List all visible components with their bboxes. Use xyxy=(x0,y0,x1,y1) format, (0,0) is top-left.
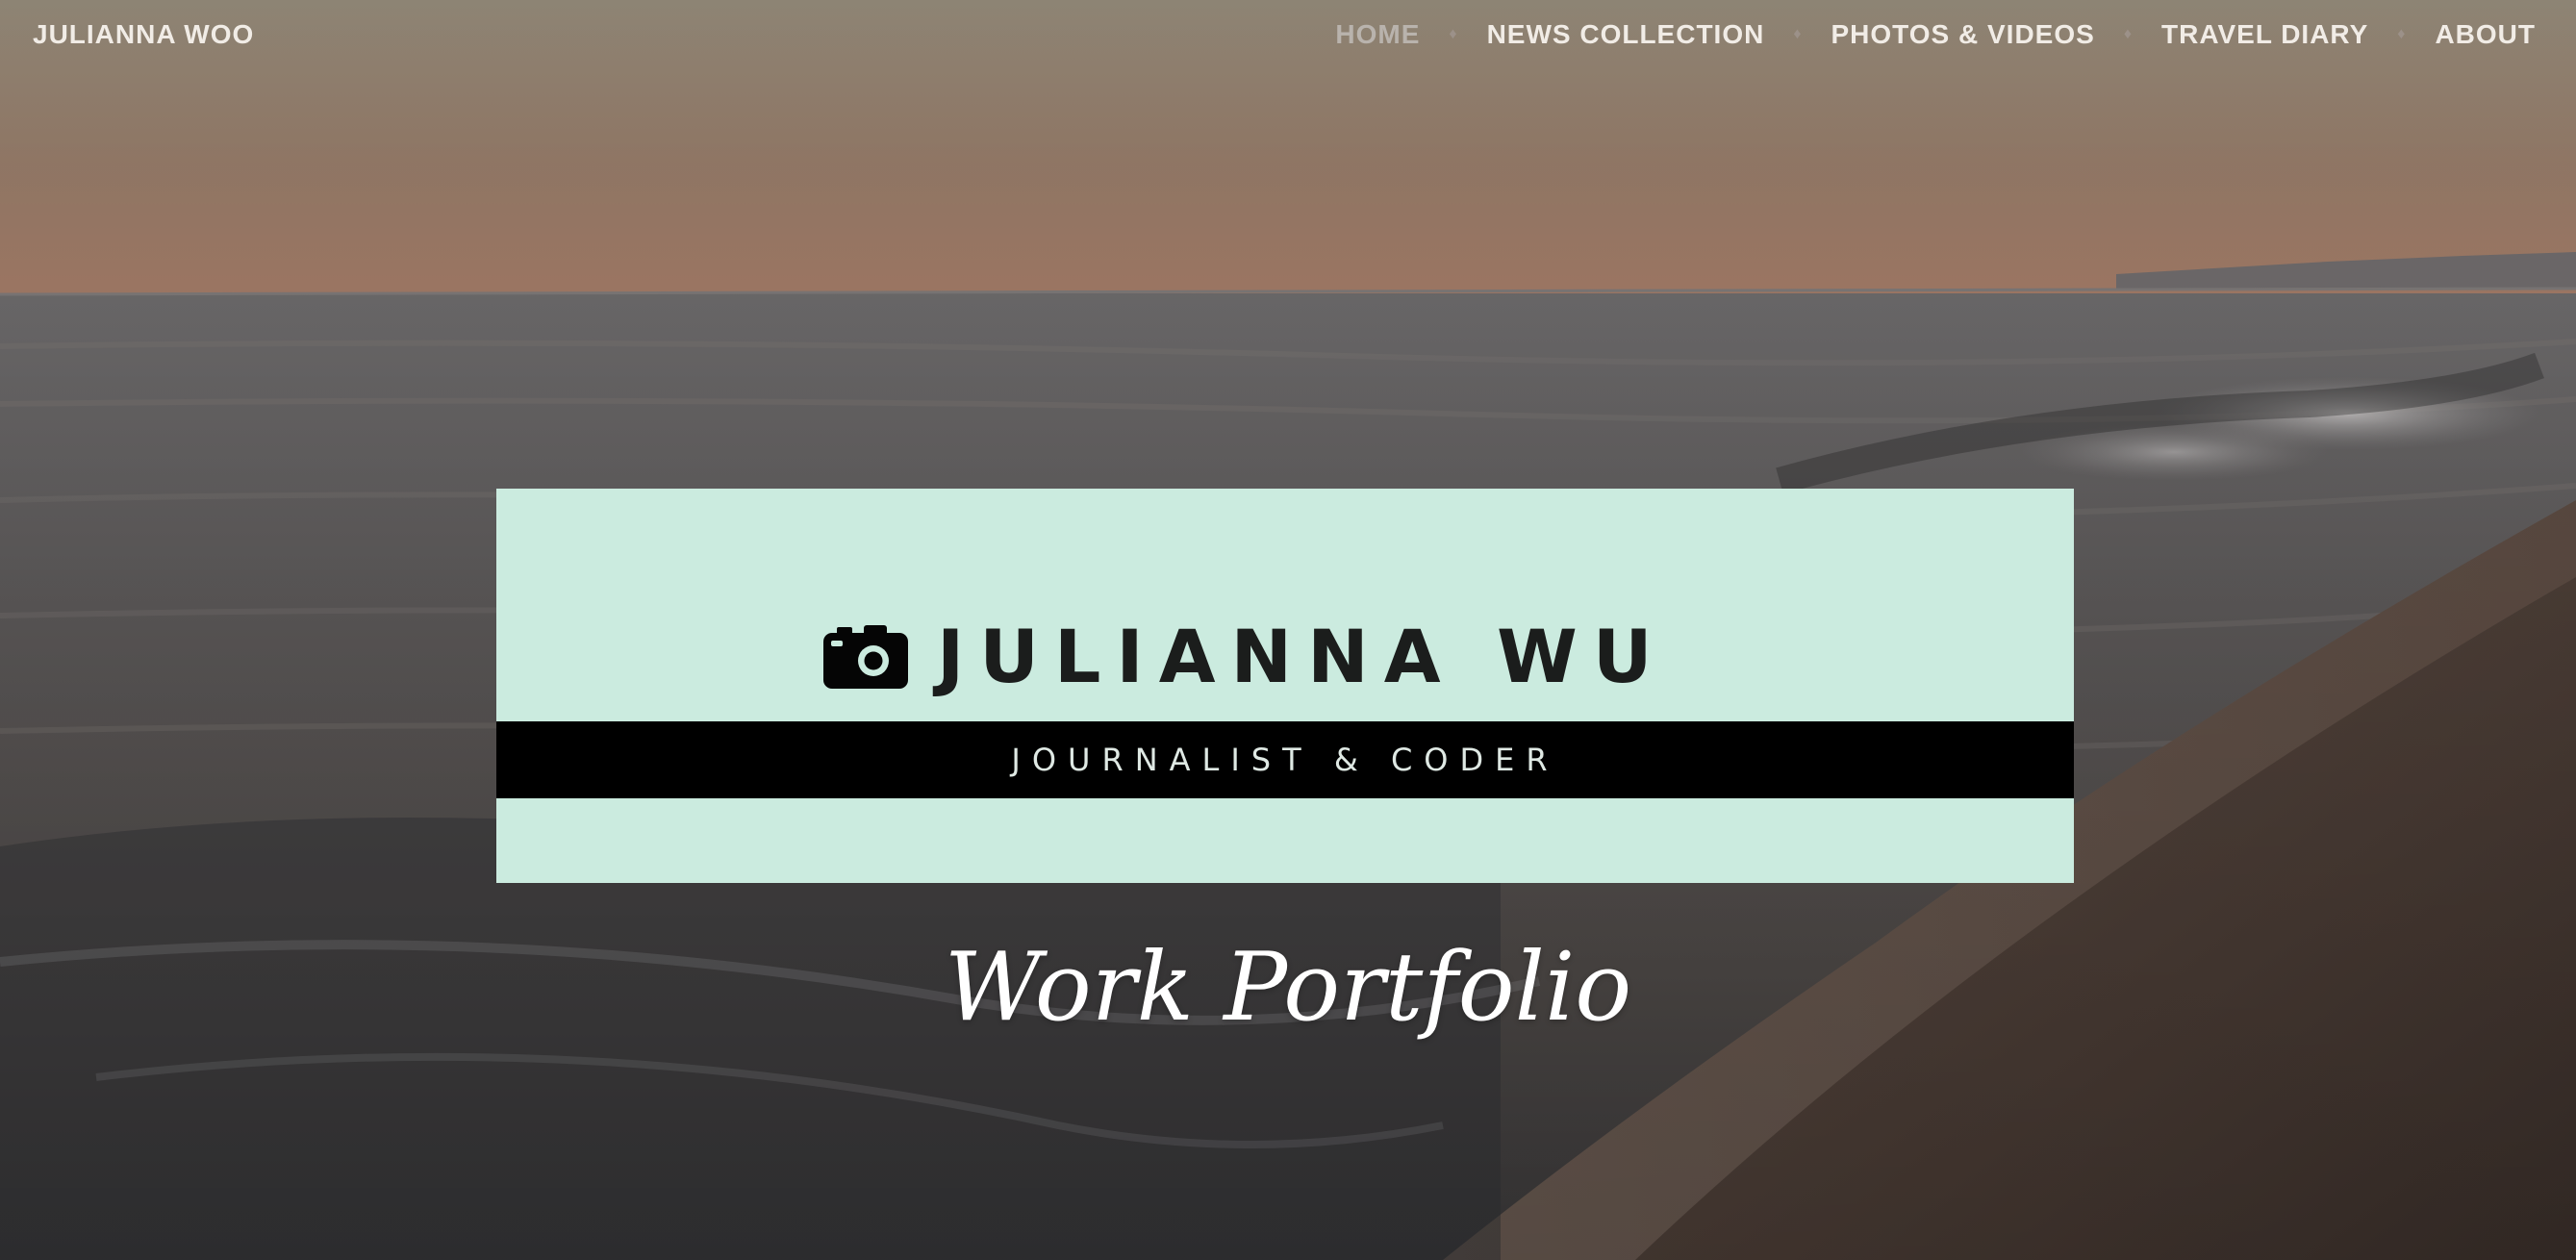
nav-item-home[interactable]: HOME xyxy=(1335,19,1420,50)
nav-separator-icon: ♦ xyxy=(2123,26,2133,42)
nav-item-news-collection[interactable]: NEWS COLLECTION xyxy=(1487,19,1765,50)
nav-separator-icon: ♦ xyxy=(1793,26,1803,42)
hero-title: Work Portfolio xyxy=(944,933,1632,1043)
logo-mark: JULIANNA WU xyxy=(823,614,1668,699)
nav-separator-icon: ♦ xyxy=(1449,26,1458,42)
main-navigation: HOME ♦ NEWS COLLECTION ♦ PHOTOS & VIDEOS… xyxy=(1335,19,2536,50)
nav-item-about[interactable]: ABOUT xyxy=(2435,19,2536,50)
logo-tagline-strip: JOURNALIST & CODER xyxy=(496,721,2074,798)
camera-icon xyxy=(823,624,908,689)
logo-banner: JULIANNA WU JOURNALIST & CODER xyxy=(496,489,2074,883)
logo-tagline: JOURNALIST & CODER xyxy=(1011,742,1559,778)
nav-item-travel-diary[interactable]: TRAVEL DIARY xyxy=(2161,19,2368,50)
logo-name: JULIANNA WU xyxy=(937,614,1668,699)
nav-separator-icon: ♦ xyxy=(2397,26,2407,42)
site-title-link[interactable]: JULIANNA WOO xyxy=(33,19,254,50)
nav-item-photos-videos[interactable]: PHOTOS & VIDEOS xyxy=(1831,19,2095,50)
